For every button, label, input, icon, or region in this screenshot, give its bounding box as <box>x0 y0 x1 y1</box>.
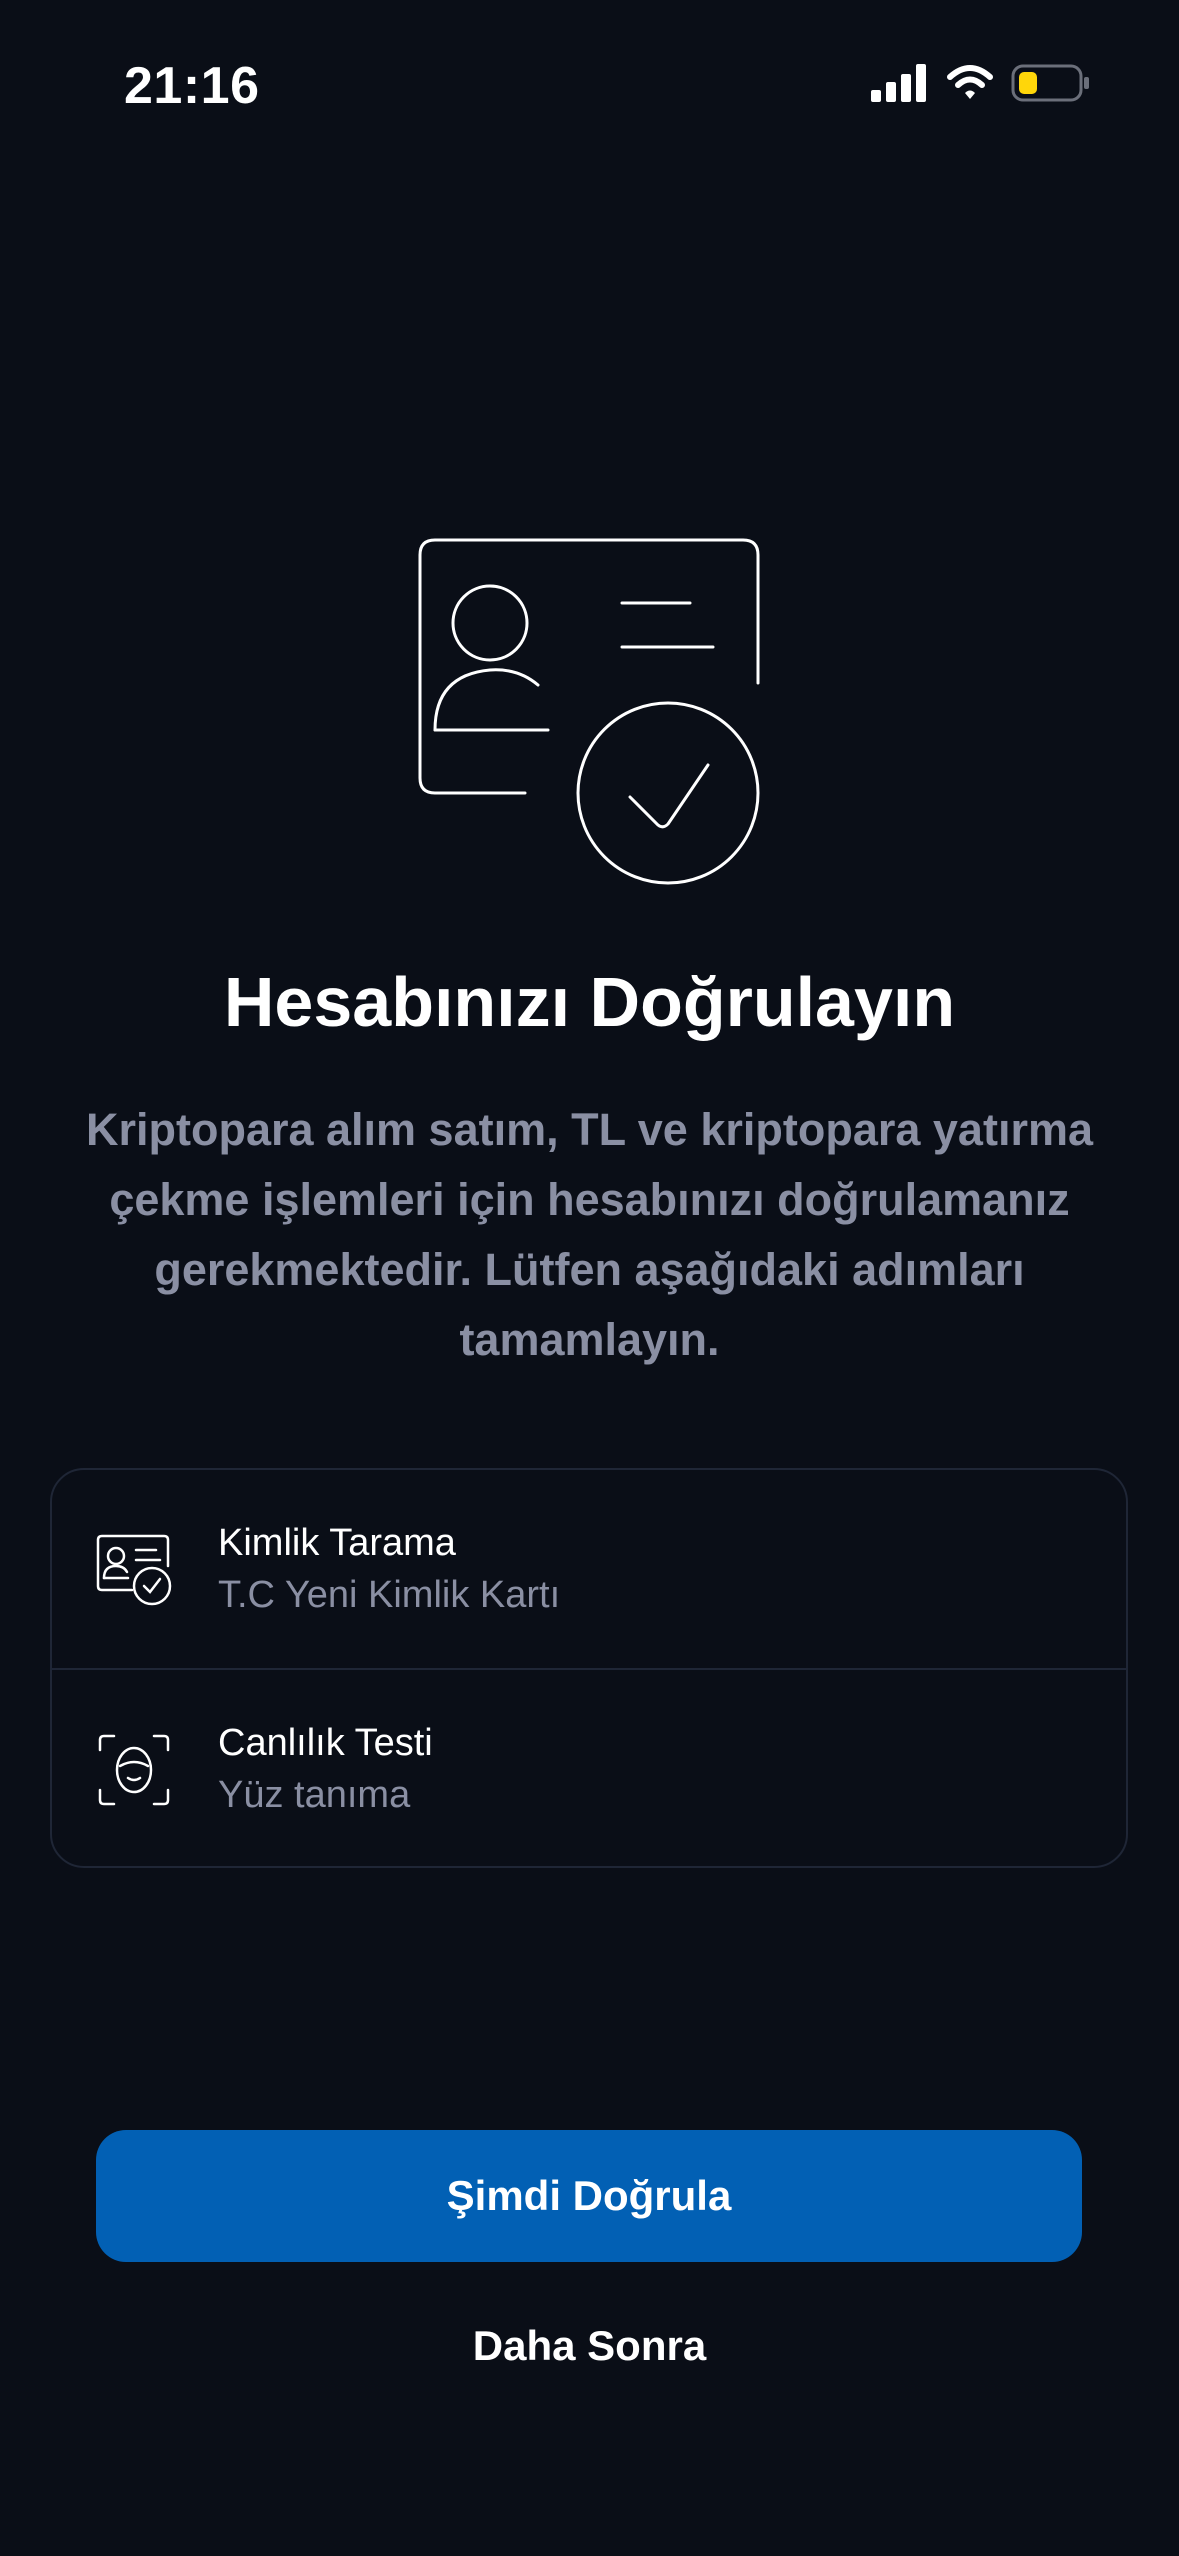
wifi-icon <box>947 65 993 106</box>
step-id-scan: Kimlik Tarama T.C Yeni Kimlik Kartı <box>52 1470 1126 1670</box>
status-icons <box>871 64 1091 107</box>
signal-icon <box>871 64 929 107</box>
verification-steps-card: Kimlik Tarama T.C Yeni Kimlik Kartı Canl… <box>50 1468 1128 1868</box>
step-liveness-test: Canlılık Testi Yüz tanıma <box>52 1670 1126 1870</box>
step-subtitle: T.C Yeni Kimlik Kartı <box>218 1574 561 1616</box>
step-subtitle: Yüz tanıma <box>218 1774 411 1816</box>
status-time: 21:16 <box>124 57 260 115</box>
page-description: Kriptopara alım satım, TL ve kriptopara … <box>85 1104 1093 1365</box>
step-title: Kimlik Tarama <box>218 1522 456 1564</box>
battery-icon <box>1011 64 1091 107</box>
step-title: Canlılık Testi <box>218 1722 433 1764</box>
status-bar: 21:16 <box>0 0 1179 175</box>
id-scan-icon <box>94 1530 174 1610</box>
face-scan-icon <box>94 1730 174 1810</box>
id-card-verified-icon <box>418 538 760 885</box>
later-button[interactable]: Daha Sonra <box>0 2322 1179 2384</box>
page-title: Hesabınızı Doğrulayın <box>223 963 956 1041</box>
verify-now-button[interactable]: Şimdi Doğrula <box>96 2130 1082 2262</box>
hero-illustration <box>400 535 780 890</box>
